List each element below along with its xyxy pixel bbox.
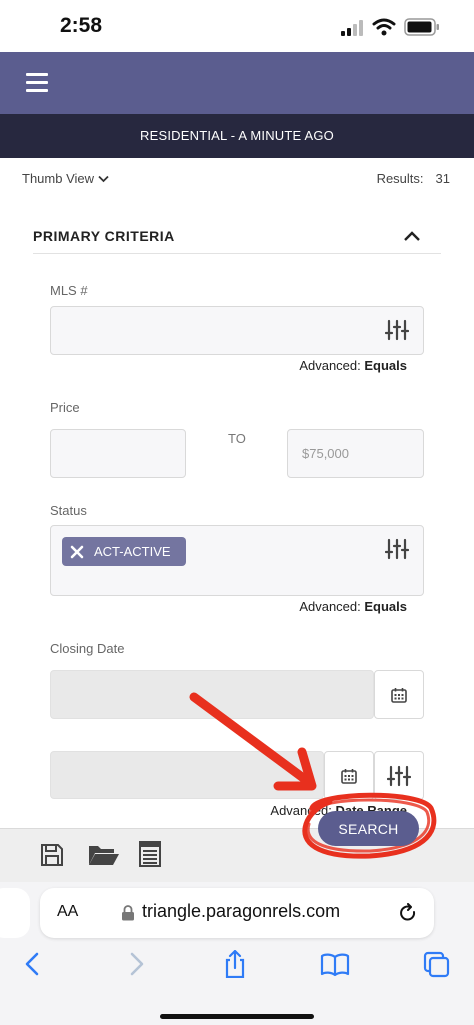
- chevron-down-icon: [98, 175, 109, 182]
- battery-icon: [404, 18, 439, 36]
- calendar-icon: [341, 768, 357, 784]
- closing-date-from-input[interactable]: [50, 670, 374, 719]
- hamburger-menu-icon[interactable]: [26, 73, 48, 93]
- share-icon[interactable]: [220, 950, 250, 978]
- section-title: PRIMARY CRITERIA: [33, 228, 175, 244]
- status-chip[interactable]: ACT-ACTIVE: [62, 537, 186, 566]
- status-advanced-prefix: Advanced:: [299, 599, 361, 614]
- search-context-title: RESIDENTIAL - A MINUTE AGO: [140, 128, 334, 143]
- status-bar: 2:58: [0, 0, 474, 52]
- text-size-button[interactable]: AA: [57, 903, 78, 921]
- view-mode-dropdown[interactable]: Thumb View: [22, 171, 109, 186]
- list-view-icon[interactable]: [139, 841, 161, 867]
- view-mode-label: Thumb View: [22, 171, 95, 186]
- status-advanced-mode[interactable]: Advanced: Equals: [299, 599, 407, 614]
- mls-advanced-mode[interactable]: Advanced: Equals: [299, 358, 407, 373]
- forward-icon[interactable]: [121, 950, 151, 978]
- price-to-label: TO: [228, 431, 246, 446]
- advanced-options-icon: [387, 765, 411, 786]
- wifi-icon: [372, 18, 396, 36]
- calendar-button[interactable]: [374, 670, 424, 719]
- advanced-options-icon[interactable]: [385, 538, 409, 560]
- status-time: 2:58: [60, 14, 103, 37]
- tabs-icon[interactable]: [422, 950, 452, 978]
- calendar-button[interactable]: [324, 751, 374, 800]
- home-indicator: [160, 1014, 314, 1019]
- status-label: Status: [50, 503, 87, 518]
- closing-date-to-input[interactable]: [50, 751, 324, 799]
- search-button[interactable]: SEARCH: [318, 811, 419, 846]
- app-header: [0, 52, 474, 114]
- chevron-up-icon[interactable]: [402, 226, 422, 246]
- advanced-options-icon[interactable]: [385, 319, 409, 341]
- advanced-options-button[interactable]: [374, 751, 424, 800]
- save-icon[interactable]: [40, 843, 64, 867]
- price-max-input[interactable]: $75,000: [287, 429, 424, 478]
- status-chip-label: ACT-ACTIVE: [94, 544, 171, 559]
- closing-date-label: Closing Date: [50, 641, 125, 656]
- section-divider: [33, 253, 441, 254]
- search-context-bar: RESIDENTIAL - A MINUTE AGO: [0, 114, 474, 158]
- mls-label: MLS #: [50, 283, 88, 298]
- status-advanced-value: Equals: [364, 599, 407, 614]
- cellular-signal-icon: [341, 20, 363, 36]
- close-icon[interactable]: [62, 545, 92, 559]
- reload-icon[interactable]: [398, 903, 418, 923]
- mls-input[interactable]: [50, 306, 424, 355]
- mls-advanced-prefix: Advanced:: [299, 358, 361, 373]
- calendar-icon: [391, 687, 407, 703]
- price-label: Price: [50, 400, 80, 415]
- lock-icon: [122, 905, 134, 921]
- url-text: triangle.paragonrels.com: [142, 901, 341, 921]
- address-bar[interactable]: AA triangle.paragonrels.com: [40, 888, 434, 938]
- price-min-input[interactable]: [50, 429, 186, 478]
- browser-bar: AA triangle.paragonrels.com: [0, 882, 474, 1025]
- results-count: 31: [435, 171, 450, 186]
- open-folder-icon[interactable]: [88, 843, 120, 867]
- results-label: Results:: [376, 171, 424, 186]
- mls-advanced-value: Equals: [364, 358, 407, 373]
- bookmarks-icon[interactable]: [320, 950, 350, 978]
- back-icon[interactable]: [18, 950, 48, 978]
- results-summary: Results: 31: [377, 171, 450, 186]
- price-max-placeholder: $75,000: [302, 446, 349, 461]
- previous-tab-pill[interactable]: [0, 888, 30, 938]
